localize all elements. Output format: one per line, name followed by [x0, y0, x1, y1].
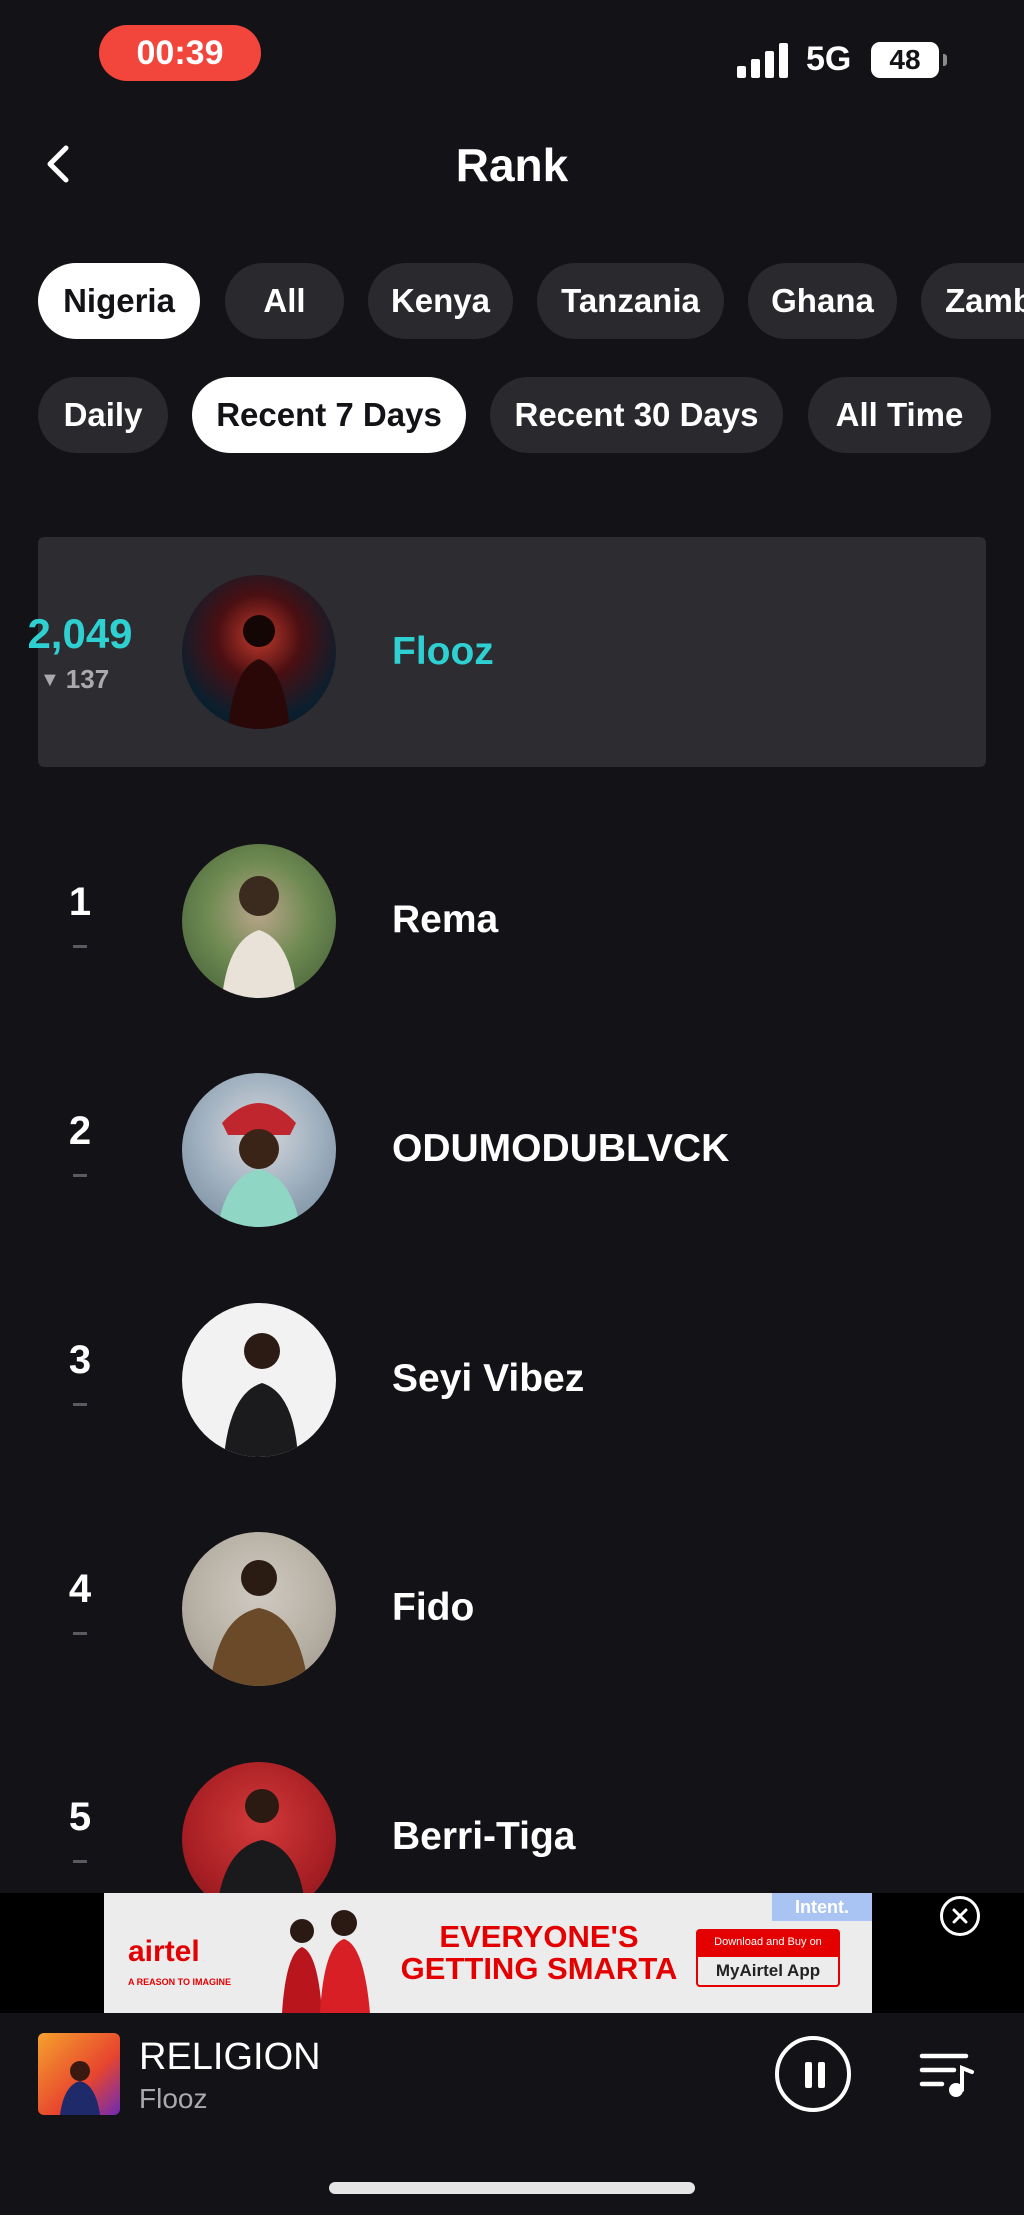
period-tabs: Daily Recent 7 Days Recent 30 Days All T…	[0, 377, 1024, 457]
current-artist-row[interactable]	[38, 537, 986, 767]
tab-all[interactable]: All	[225, 263, 344, 339]
tab-nigeria[interactable]: Nigeria	[38, 263, 200, 339]
time-pill[interactable]: 00:39	[99, 25, 261, 81]
album-cover[interactable]	[38, 2033, 120, 2115]
avatar-art	[222, 876, 296, 998]
tab-recent-7-days[interactable]: Recent 7 Days	[192, 377, 466, 453]
rank-change-value: 137	[65, 664, 110, 694]
rank-number: 5	[68, 1795, 92, 1839]
tab-kenya[interactable]: Kenya	[368, 263, 513, 339]
ad-download-label: Download and Buy on	[696, 1929, 840, 1955]
home-indicator[interactable]	[329, 2182, 695, 2194]
pause-icon-bar	[818, 2062, 825, 2088]
avatar[interactable]	[182, 575, 336, 729]
artist-name: ODUMODUBLVCK	[392, 1127, 730, 1170]
pause-icon	[805, 2062, 812, 2088]
rank-change: ▼ 137	[40, 664, 140, 695]
rank-unchanged-icon	[73, 945, 87, 948]
artist-name: Berri-Tiga	[392, 1815, 576, 1858]
avatar-art	[218, 1103, 300, 1227]
status-bar: 00:39 5G 48	[0, 0, 1024, 110]
tab-recent-30-days[interactable]: Recent 30 Days	[490, 377, 783, 453]
rank-number: 3	[68, 1338, 92, 1382]
album-art	[60, 2061, 100, 2115]
rank-number: 2	[68, 1109, 92, 1153]
rank-unchanged-icon	[73, 1174, 87, 1177]
ad-tagline: A REASON TO IMAGINE	[128, 1977, 232, 1987]
song-title: RELIGION	[139, 2036, 321, 2078]
pause-button[interactable]	[775, 2036, 851, 2112]
ad-headline: EVERYONE'S GETTING SMARTA	[400, 1919, 678, 1986]
signal-icon	[737, 42, 789, 78]
avatar[interactable]	[182, 1303, 336, 1457]
rank-number: 1	[68, 880, 92, 924]
region-tabs: Nigeria All Kenya Tanzania Ghana Zamb	[0, 263, 1024, 343]
avatar-art	[210, 1560, 308, 1686]
playlist-icon	[919, 2053, 974, 2097]
ad-banner[interactable]: airtel A REASON TO IMAGINE EVERYONE'S GE…	[104, 1893, 872, 2013]
ad-people-image	[282, 1910, 370, 2013]
rank-unchanged-icon	[73, 1403, 87, 1406]
rank-unchanged-icon	[73, 1632, 87, 1635]
avatar[interactable]	[182, 1532, 336, 1686]
artist-name: Rema	[392, 898, 499, 941]
song-artist: Flooz	[139, 2083, 208, 2114]
network-label: 5G	[806, 40, 852, 78]
page-title: Rank	[455, 139, 569, 191]
avatar-art	[228, 615, 290, 729]
ad-badge: Intent.	[772, 1893, 872, 1921]
triangle-down-icon: ▼	[40, 669, 60, 691]
current-rank: 2,049	[27, 610, 133, 657]
tab-all-time[interactable]: All Time	[808, 377, 991, 453]
rank-number: 4	[68, 1567, 92, 1611]
queue-button[interactable]	[918, 2048, 974, 2100]
tab-tanzania[interactable]: Tanzania	[537, 263, 724, 339]
rank-unchanged-icon	[73, 1860, 87, 1863]
tab-zambia[interactable]: Zamb	[921, 263, 1024, 339]
ad-cta-button[interactable]: MyAirtel App	[696, 1955, 840, 1987]
ad-close-button[interactable]	[940, 1896, 980, 1936]
current-artist-name[interactable]: Flooz	[392, 630, 494, 674]
artist-name: Seyi Vibez	[392, 1357, 585, 1400]
avatar-art	[224, 1333, 298, 1457]
avatar[interactable]	[182, 844, 336, 998]
tab-ghana[interactable]: Ghana	[748, 263, 897, 339]
battery-icon: 48	[871, 42, 947, 78]
artist-name: Fido	[392, 1586, 475, 1629]
avatar[interactable]	[182, 1073, 336, 1227]
tab-daily[interactable]: Daily	[38, 377, 168, 453]
ad-brand: airtel	[128, 1935, 200, 1968]
close-icon	[952, 1908, 968, 1924]
